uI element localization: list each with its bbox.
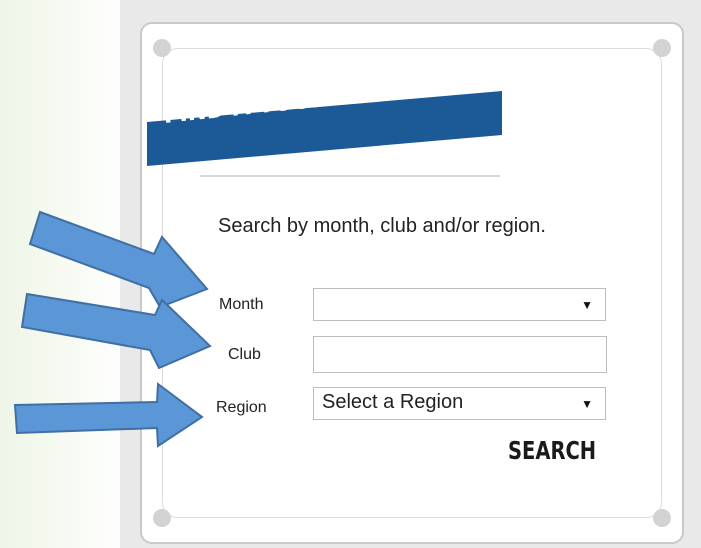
arrow-icon bbox=[20, 292, 212, 370]
arrow-icon bbox=[13, 382, 204, 448]
annotation-arrows bbox=[13, 210, 212, 448]
arrow-icon bbox=[28, 210, 209, 309]
